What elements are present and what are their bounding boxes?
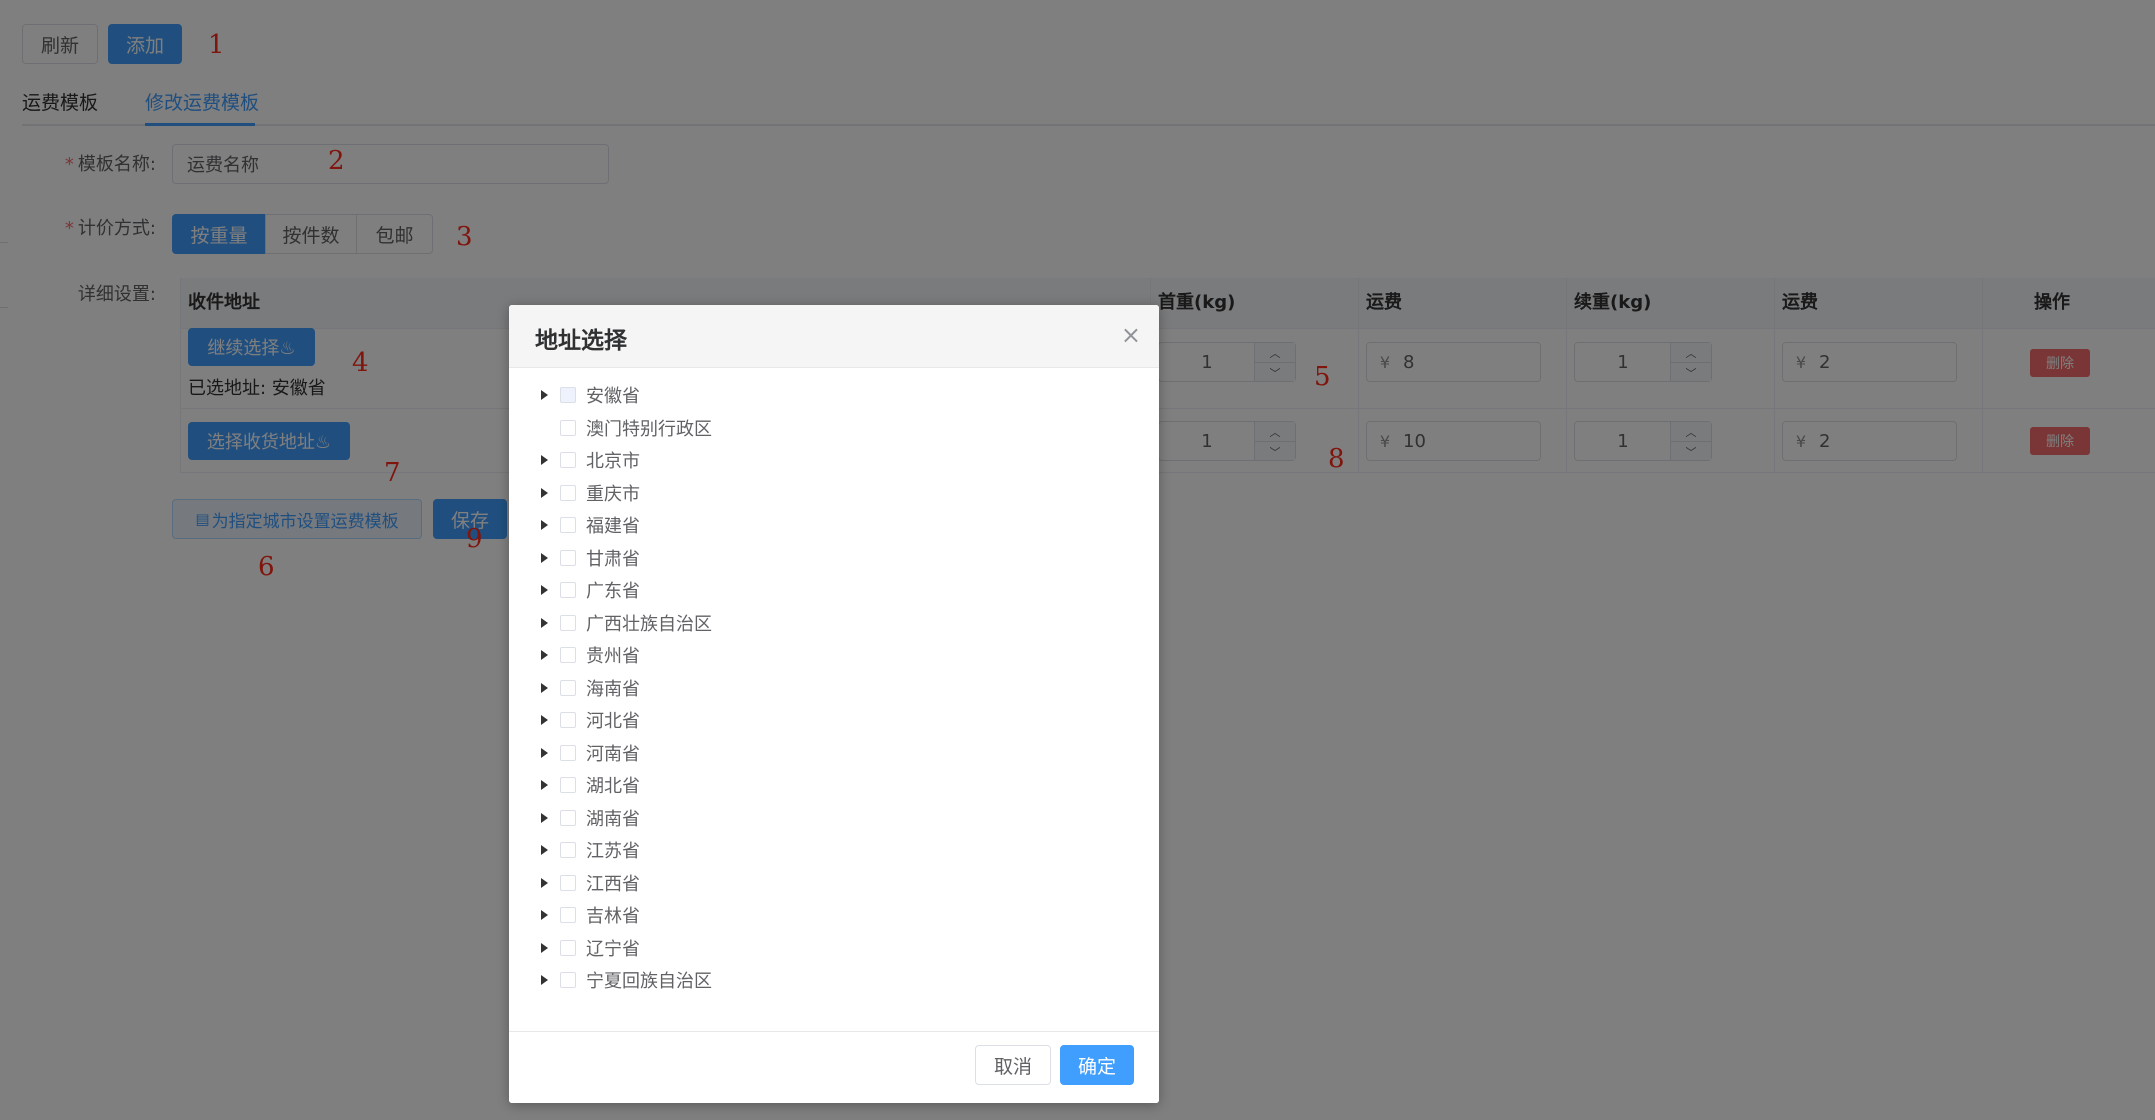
tree-node[interactable]: 河南省 (509, 737, 1159, 769)
expand-caret-icon[interactable] (541, 552, 548, 563)
province-tree: 安徽省澳门特别行政区 北京市重庆市福建省甘肃省广东省广西壮族自治区 贵州省海南省河北… (509, 379, 1159, 1019)
expand-caret-icon[interactable] (541, 617, 548, 628)
tree-node-checkbox[interactable] (560, 744, 576, 761)
tree-node-label: 吉林省 (586, 906, 640, 927)
expand-caret-icon[interactable] (541, 455, 548, 465)
expand-caret-icon[interactable] (541, 747, 548, 758)
tree-node-checkbox[interactable] (560, 647, 576, 663)
expand-caret-icon[interactable] (541, 585, 548, 595)
tree-node-checkbox[interactable] (560, 419, 576, 436)
tree-node-label: 宁夏回族自治区 (586, 971, 712, 992)
tree-node[interactable]: 江苏省 (509, 834, 1159, 866)
tree-node-label: 湖南省 (586, 808, 640, 830)
tree-node-checkbox[interactable] (560, 712, 576, 728)
tree-node-label: 贵州省 (586, 646, 640, 667)
expand-caret-icon[interactable] (541, 812, 548, 823)
expand-caret-icon[interactable] (541, 780, 548, 790)
tree-node[interactable]: 广东省 (509, 574, 1159, 606)
tree-node[interactable]: 河北省 (509, 704, 1159, 736)
expand-caret-icon[interactable] (541, 390, 548, 400)
tree-node-label: 河北省 (586, 711, 640, 732)
tree-node-label: 北京市 (586, 451, 640, 472)
tree-node-checkbox[interactable] (560, 874, 576, 891)
tree-node[interactable]: 贵州省 (509, 639, 1159, 671)
expand-caret-icon[interactable] (541, 520, 548, 530)
tree-node[interactable]: 北京市 (509, 444, 1159, 476)
tree-node-label: 湖北省 (586, 776, 640, 797)
tree-node-label: 江西省 (586, 873, 640, 895)
tree-node-checkbox[interactable] (560, 452, 576, 468)
tree-node-checkbox[interactable] (560, 517, 576, 533)
tree-node-label: 澳门特别行政区 (586, 418, 712, 440)
cancel-button[interactable]: 取消 (975, 1045, 1051, 1085)
page: ‹ 刷新 添加 1 运费模板 修改运费模板 *模板名称: 运费名称 2 *计价方… (0, 0, 2155, 1120)
tree-node-checkbox[interactable] (560, 777, 576, 793)
tree-node[interactable]: 海南省 (509, 672, 1159, 704)
tree-node[interactable]: 吉林省 (509, 899, 1159, 931)
tree-node-checkbox[interactable] (560, 972, 576, 988)
tree-node[interactable]: 江西省 (509, 867, 1159, 899)
tree-node-checkbox[interactable] (560, 614, 576, 631)
expand-caret-icon[interactable] (541, 487, 548, 498)
tree-node[interactable]: 宁夏回族自治区 (509, 964, 1159, 996)
tree-node[interactable]: 甘肃省 (509, 542, 1159, 574)
tree-node-label: 辽宁省 (586, 938, 640, 960)
tree-node-checkbox (560, 387, 576, 403)
tree-node[interactable]: 辽宁省 (509, 932, 1159, 964)
expand-caret-icon[interactable] (541, 942, 548, 953)
expand-caret-icon[interactable] (541, 682, 548, 693)
tree-node-checkbox[interactable] (560, 907, 576, 923)
expand-caret-icon[interactable] (541, 877, 548, 888)
tree-node-label: 安徽省 (586, 386, 640, 407)
tree-node-checkbox[interactable] (560, 679, 576, 696)
tree-node[interactable]: 澳门特别行政区 (509, 412, 1159, 444)
tree-node-label: 广东省 (586, 581, 640, 602)
tree-node-checkbox[interactable] (560, 549, 576, 566)
tree-node[interactable]: 安徽省 (509, 379, 1159, 411)
dialog-title: 地址选择 (535, 328, 627, 354)
tree-node-label: 江苏省 (586, 841, 640, 862)
tree-node-label: 河南省 (586, 743, 640, 765)
expand-caret-icon[interactable] (541, 845, 548, 855)
dialog-footer: 取消 确定 (509, 1031, 1159, 1103)
tree-node-label: 重庆市 (586, 483, 640, 505)
dialog-header: 地址选择 × (509, 305, 1159, 368)
tree-node-checkbox[interactable] (560, 842, 576, 858)
tree-node-checkbox[interactable] (560, 582, 576, 598)
tree-node-label: 广西壮族自治区 (586, 613, 712, 635)
tree-node[interactable]: 广西壮族自治区 (509, 607, 1159, 639)
tree-node-label: 福建省 (586, 516, 640, 537)
tree-node-label: 甘肃省 (586, 548, 640, 570)
tree-node[interactable]: 湖南省 (509, 802, 1159, 834)
tree-node-checkbox[interactable] (560, 484, 576, 501)
tree-node[interactable]: 湖北省 (509, 769, 1159, 801)
tree-node-checkbox[interactable] (560, 809, 576, 826)
expand-caret-icon[interactable] (541, 715, 548, 725)
tree-node-checkbox[interactable] (560, 939, 576, 956)
address-select-dialog: 地址选择 × 安徽省澳门特别行政区 北京市重庆市福建省甘肃省广东省广西壮族自治区贵… (509, 305, 1159, 1103)
close-icon[interactable]: × (1121, 321, 1141, 349)
tree-node[interactable]: 福建省 (509, 509, 1159, 541)
tree-node[interactable]: 重庆市 (509, 477, 1159, 509)
expand-caret-icon[interactable] (541, 975, 548, 985)
expand-caret-icon[interactable] (541, 650, 548, 660)
confirm-button[interactable]: 确定 (1060, 1045, 1134, 1085)
tree-node-label: 海南省 (586, 678, 640, 700)
expand-caret-icon[interactable] (541, 910, 548, 920)
